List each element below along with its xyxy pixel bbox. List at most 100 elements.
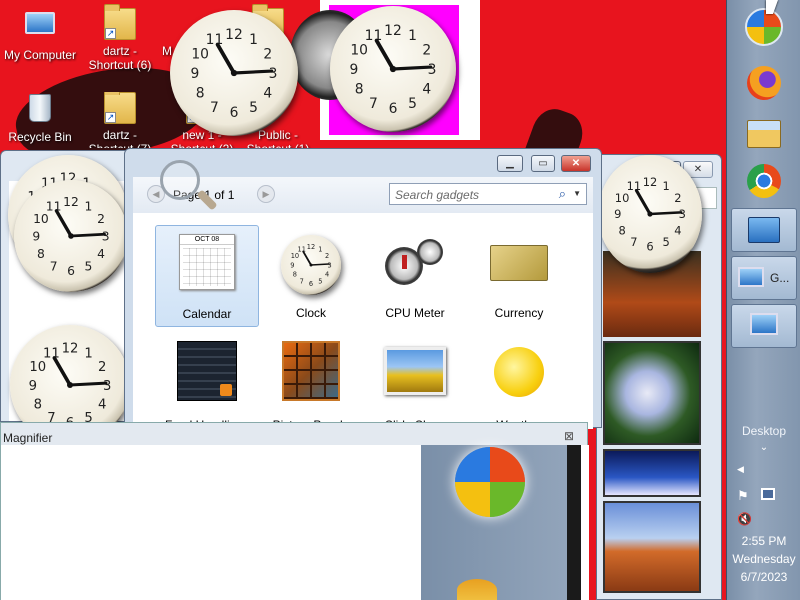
- clock-numeral: 10: [350, 43, 368, 59]
- clock-numeral: 7: [300, 278, 304, 286]
- picture-puzzle-icon: [282, 341, 340, 401]
- clock-numeral: 8: [34, 397, 42, 412]
- clock-numeral: 12: [62, 342, 79, 357]
- gadget-slide-show[interactable]: Slide Show: [363, 337, 467, 429]
- clock-hand: [374, 38, 395, 71]
- clock-numeral: 2: [98, 360, 106, 375]
- clock-gadget[interactable]: 123456789101112: [14, 180, 128, 292]
- clock-numeral: 2: [97, 212, 105, 226]
- clock-date[interactable]: 6/7/2023: [727, 570, 800, 584]
- gadget-picture-puzzle[interactable]: Picture Puzzle: [259, 337, 363, 429]
- clock-gadget[interactable]: 123456789101112: [598, 155, 702, 273]
- clock-day[interactable]: Wednesday: [727, 552, 800, 566]
- clock-hand: [215, 42, 236, 75]
- clock-icon: 1 2 3 4 5 6 7 8 9 10 11 12: [281, 235, 341, 295]
- chevron-down-icon[interactable]: ⌄: [727, 442, 800, 453]
- search-icon[interactable]: ⌕: [559, 186, 566, 202]
- clock-numeral: 11: [298, 245, 306, 253]
- next-page-button[interactable]: ▶: [257, 185, 275, 203]
- desktop-icon-label: Recycle Bin: [8, 130, 72, 144]
- gadget-calendar[interactable]: OCT 08 Calendar: [155, 225, 259, 327]
- gadget-label: Clock: [295, 306, 326, 320]
- clock-numeral: 12: [384, 23, 402, 39]
- clock-hand: [391, 65, 433, 71]
- clock-numeral: 9: [29, 379, 37, 394]
- clock-numeral: 3: [679, 207, 686, 221]
- clock-face: 123456789101112: [350, 23, 437, 117]
- currency-icon: [490, 245, 548, 281]
- clock-numeral: 8: [37, 247, 45, 261]
- magnifier-window[interactable]: Magnifier ⊠: [0, 422, 589, 600]
- clock-numeral: 8: [196, 86, 205, 102]
- clock-numeral: 6: [309, 280, 313, 288]
- clock-numeral: 6: [230, 105, 239, 121]
- notification-expand-icon[interactable]: ◀: [737, 464, 744, 475]
- clock-numeral: 11: [43, 347, 60, 362]
- gadget-weather[interactable]: Weather: [467, 337, 571, 429]
- clock-hand: [232, 69, 274, 75]
- clock-numeral: 1: [84, 199, 92, 213]
- taskbar-item-gadgets[interactable]: [731, 208, 797, 252]
- clock-numeral: 6: [646, 239, 653, 253]
- taskbar-item-magnifier[interactable]: [731, 304, 797, 348]
- clock-face: 123456789101112: [614, 175, 686, 253]
- speaker-muted-icon[interactable]: 🔇: [737, 512, 752, 526]
- gadget-cpu-meter[interactable]: CPU Meter: [363, 225, 467, 327]
- gadget-feed-headlines[interactable]: Feed Headlines: [155, 337, 259, 429]
- clock-face: 123456789101112: [191, 27, 278, 121]
- computer-icon: [738, 267, 764, 287]
- close-button[interactable]: ✕: [561, 155, 591, 172]
- clock-gadget[interactable]: 123456789101112: [170, 10, 298, 136]
- mouse-pointer-icon: [766, 0, 778, 14]
- magnifier-close-button[interactable]: ⊠: [564, 429, 574, 443]
- clock-numeral: 9: [350, 62, 359, 78]
- computer-icon: [750, 313, 778, 335]
- clock-numeral: 9: [290, 261, 294, 269]
- clock-hand: [68, 381, 108, 387]
- clock-numeral: 4: [97, 247, 105, 261]
- clock-numeral: 7: [630, 235, 637, 249]
- desktop-icon-label: dartz - Shortcut (7): [89, 128, 152, 148]
- clock-hand: [54, 209, 73, 238]
- show-desktop-label[interactable]: Desktop: [727, 424, 800, 438]
- desktop-icon-my-computer[interactable]: My Computer: [0, 8, 82, 62]
- gadget-label: CPU Meter: [385, 306, 445, 320]
- slideshow-photo-hydrangea: [603, 341, 701, 445]
- clock-numeral: 3: [428, 62, 437, 78]
- clock-gadget[interactable]: 123456789101112: [330, 6, 456, 132]
- clock-numeral: 1: [662, 179, 669, 193]
- gadget-clock[interactable]: 1 2 3 4 5 6 7 8 9 10 11 12 Clock: [259, 225, 363, 327]
- gadget-label: Calendar: [182, 307, 232, 321]
- clock-numeral: 5: [318, 278, 322, 286]
- magnified-start-orb: [455, 447, 525, 517]
- clock-time[interactable]: 2:55 PM: [727, 534, 800, 548]
- clock-numeral: 4: [98, 397, 106, 412]
- flag-icon[interactable]: ⚑: [737, 488, 749, 504]
- file-explorer-icon[interactable]: [747, 120, 781, 148]
- taskbar-item-window[interactable]: G...: [731, 256, 797, 300]
- search-gadgets-field[interactable]: Search gadgets ⌕ ▼: [389, 183, 587, 205]
- taskbar-item-label: G...: [770, 271, 790, 285]
- gadget-currency[interactable]: Currency: [467, 225, 571, 327]
- magnifier-lens-icon: [160, 160, 200, 200]
- clock-numeral: 5: [249, 100, 258, 116]
- minimize-button[interactable]: ▁: [497, 155, 523, 172]
- desktop-icon-dartz-shortcut-6[interactable]: ↗ dartz - Shortcut (6): [78, 4, 162, 72]
- folder-icon: ↗: [104, 92, 136, 124]
- desktop-icon-recycle-bin[interactable]: Recycle Bin: [0, 92, 82, 144]
- chevron-down-icon[interactable]: ▼: [573, 189, 581, 198]
- clock-numeral: 12: [307, 243, 315, 251]
- folder-icon: ↗: [104, 4, 136, 40]
- maximize-button[interactable]: ▭: [531, 155, 555, 172]
- slideshow-photo-blue: [603, 449, 701, 497]
- clock-hand: [69, 232, 106, 238]
- search-gadgets-placeholder: Search gadgets: [395, 188, 480, 202]
- clock-numeral: 11: [206, 32, 224, 48]
- clock-numeral: 8: [618, 223, 625, 237]
- chrome-icon[interactable]: [747, 164, 781, 198]
- clock-numeral: 4: [674, 223, 681, 237]
- desktop-icon-dartz-shortcut-7[interactable]: ↗ dartz - Shortcut (7): [78, 92, 162, 148]
- firefox-icon[interactable]: [747, 66, 781, 100]
- network-icon[interactable]: [761, 488, 775, 500]
- clock-hand: [634, 189, 652, 216]
